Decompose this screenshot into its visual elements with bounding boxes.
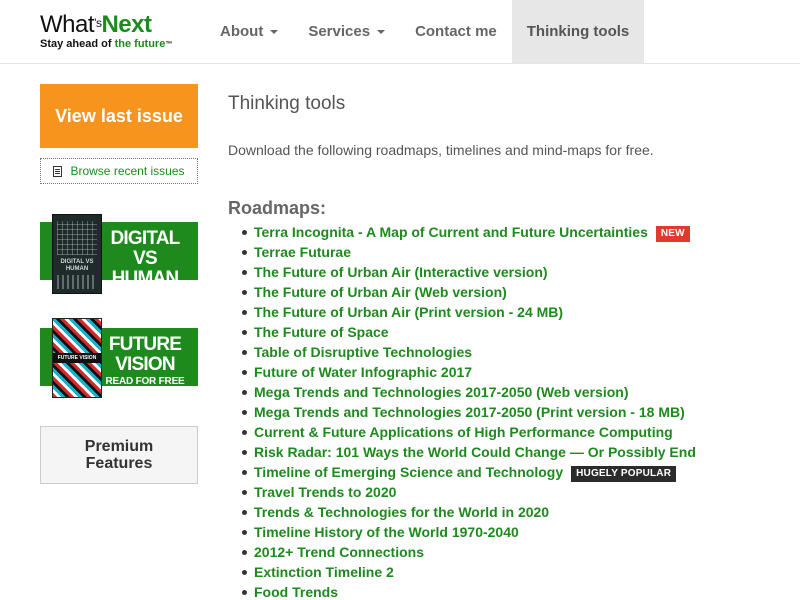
list-item: Trends & Technologies for the World in 2… [242, 502, 696, 522]
list-item: Current & Future Applications of High Pe… [242, 422, 696, 442]
bullet-icon [242, 590, 247, 595]
bullet-icon [242, 370, 247, 375]
future-vision-text: FUTURE VISION READ FOR FREE [105, 334, 185, 387]
digital-vs-human-banner[interactable]: DIGITAL VS HUMAN DIGITAL VS HUMAN ON SAL… [40, 214, 198, 301]
bullet-icon [242, 310, 247, 315]
roadmaps-list: Terra Incognita - A Map of Current and F… [242, 222, 696, 600]
roadmap-link[interactable]: Terrae Futurae [254, 244, 351, 260]
main-nav: About Services Contact me Thinking tools [205, 0, 645, 63]
logo-wordmark: What’sNext [40, 11, 152, 38]
premium-label: Premium [84, 438, 154, 455]
roadmap-link[interactable]: Current & Future Applications of High Pe… [254, 424, 673, 440]
sidebar: View last issue Browse recent issues DIG… [40, 84, 198, 484]
bullet-icon [242, 230, 247, 235]
list-item: Table of Disruptive Technologies [242, 342, 696, 362]
list-item: The Future of Urban Air (Interactive ver… [242, 262, 696, 282]
nav-label: About [220, 23, 264, 40]
browse-recent-issues-label: Browse recent issues [70, 164, 185, 178]
list-item: Timeline History of the World 1970-2040 [242, 522, 696, 542]
bullet-icon [242, 250, 247, 255]
roadmap-link[interactable]: Table of Disruptive Technologies [254, 344, 472, 360]
roadmap-link[interactable]: Timeline History of the World 1970-2040 [254, 524, 519, 540]
list-item: Terra Incognita - A Map of Current and F… [242, 222, 696, 242]
list-item: Mega Trends and Technologies 2017-2050 (… [242, 382, 696, 402]
digital-vs-human-book-cover: DIGITAL VS HUMAN [52, 214, 102, 294]
logo-tagline: Stay ahead of the future™ [40, 38, 173, 50]
list-item: Extinction Timeline 2 [242, 562, 696, 582]
roadmap-link[interactable]: Travel Trends to 2020 [254, 484, 396, 500]
list-item: Travel Trends to 2020 [242, 482, 696, 502]
nav-thinking-tools[interactable]: Thinking tools [511, 0, 645, 63]
roadmap-link[interactable]: Risk Radar: 101 Ways the World Could Cha… [254, 444, 696, 460]
roadmap-link[interactable]: Trends & Technologies for the World in 2… [254, 504, 549, 520]
site-header: What’sNext Stay ahead of the future™ Abo… [0, 0, 800, 64]
roadmap-link[interactable]: Terra Incognita - A Map of Current and F… [254, 224, 648, 240]
roadmap-link[interactable]: The Future of Urban Air (Web version) [254, 284, 507, 300]
bullet-icon [242, 530, 247, 535]
bullet-icon [242, 330, 247, 335]
roadmap-link[interactable]: The Future of Urban Air (Interactive ver… [254, 264, 548, 280]
future-vision-banner[interactable]: FUTURE VISION FUTURE VISION READ FOR FRE… [40, 318, 198, 398]
site-logo[interactable]: What’sNext Stay ahead of the future™ [40, 12, 200, 56]
bullet-icon [242, 430, 247, 435]
bullet-icon [242, 550, 247, 555]
browse-recent-issues-button[interactable]: Browse recent issues [40, 158, 198, 184]
roadmaps-heading: Roadmaps: [228, 198, 327, 218]
caret-down-icon [270, 29, 279, 34]
intro-text: Download the following roadmaps, timelin… [228, 142, 654, 158]
nav-label: Thinking tools [526, 23, 630, 40]
bullet-icon [242, 470, 247, 475]
roadmap-link[interactable]: Future of Water Infographic 2017 [254, 364, 472, 380]
list-item: Risk Radar: 101 Ways the World Could Cha… [242, 442, 696, 462]
roadmap-link[interactable]: Mega Trends and Technologies 2017-2050 (… [254, 384, 629, 400]
roadmap-link[interactable]: The Future of Space [254, 324, 389, 340]
popular-badge: HUGELY POPULAR [571, 466, 677, 482]
bullet-icon [242, 570, 247, 575]
caret-down-icon [377, 29, 386, 34]
nav-services[interactable]: Services [293, 0, 400, 63]
list-item: The Future of Space [242, 322, 696, 342]
features-label: Features [85, 455, 153, 472]
roadmap-link[interactable]: The Future of Urban Air (Print version -… [254, 304, 563, 320]
page-title: Thinking tools [228, 93, 346, 114]
list-item: Mega Trends and Technologies 2017-2050 (… [242, 402, 696, 422]
list-item: Terrae Futurae [242, 242, 696, 262]
list-item: Food Trends [242, 582, 696, 600]
bullet-icon [242, 490, 247, 495]
bullet-icon [242, 270, 247, 275]
future-vision-book-cover: FUTURE VISION [52, 318, 102, 398]
list-item: 2012+ Trend Connections [242, 542, 696, 562]
bullet-icon [242, 410, 247, 415]
bullet-icon [242, 450, 247, 455]
nav-contact-me[interactable]: Contact me [400, 0, 512, 63]
list-item: The Future of Urban Air (Print version -… [242, 302, 696, 322]
new-badge: NEW [655, 226, 690, 242]
roadmap-link[interactable]: Food Trends [254, 584, 338, 600]
roadmap-link[interactable]: Extinction Timeline 2 [254, 564, 394, 580]
view-last-issue-button[interactable]: View last issue [40, 84, 198, 148]
digital-vs-human-text: DIGITAL VS HUMAN ON SALE NOW [110, 228, 180, 301]
premium-features-button[interactable]: Premium Features [40, 426, 198, 484]
list-item: The Future of Urban Air (Web version) [242, 282, 696, 302]
roadmap-link[interactable]: Mega Trends and Technologies 2017-2050 (… [254, 404, 685, 420]
bullet-icon [242, 390, 247, 395]
bullet-icon [242, 510, 247, 515]
document-icon [53, 165, 63, 177]
main-content: Thinking tools Download the following ro… [228, 92, 788, 600]
nav-label: Services [308, 23, 371, 40]
nav-label: Contact me [415, 23, 497, 40]
list-item: Future of Water Infographic 2017 [242, 362, 696, 382]
bullet-icon [242, 350, 247, 355]
list-item: Timeline of Emerging Science and Technol… [242, 462, 696, 482]
roadmap-link[interactable]: Timeline of Emerging Science and Technol… [254, 464, 563, 480]
bullet-icon [242, 290, 247, 295]
roadmap-link[interactable]: 2012+ Trend Connections [254, 544, 424, 560]
nav-about[interactable]: About [205, 0, 293, 63]
